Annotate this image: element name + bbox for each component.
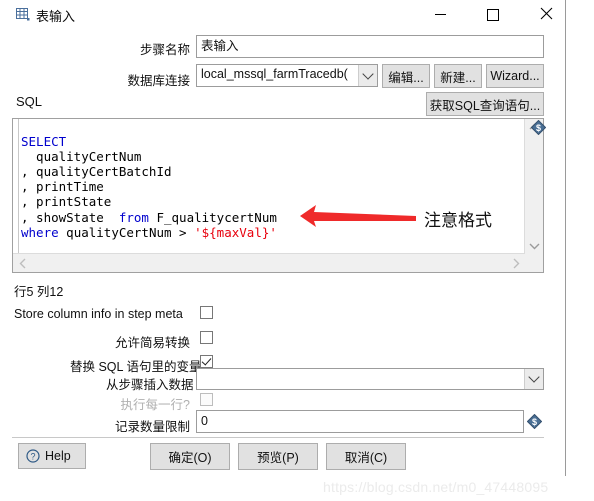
sql-editor-text-area[interactable]: SELECT qualityCertNum , qualityCertBatch… [13,119,525,254]
annotation-arrow-icon [300,196,418,230]
store-column-info-checkbox[interactable] [200,306,213,319]
scrollbar-corner [525,254,543,272]
table-input-icon [16,8,30,21]
minimize-button[interactable] [420,0,460,29]
caret-position-status: 行5 列12 [14,285,64,299]
maximize-button[interactable] [473,0,513,29]
minimize-icon [434,14,446,15]
sql-editor-vertical-scrollbar[interactable] [524,119,543,254]
editor-margin [13,119,19,254]
lazy-conversion-label: 允许简易转换 [114,336,190,350]
step-name-input[interactable]: 表输入 [196,35,544,58]
replace-variables-checkbox[interactable] [200,355,213,368]
footer-divider [12,437,544,438]
replace-variables-label: 替换 SQL 语句里的变量 [70,360,202,374]
svg-text:$: $ [532,417,537,427]
lazy-conversion-checkbox[interactable] [200,331,213,344]
svg-text:?: ? [30,452,35,462]
scroll-left-icon[interactable] [16,258,28,269]
maximize-icon [487,8,499,21]
sql-section-label: SQL [16,94,43,109]
close-icon [540,7,553,23]
help-button[interactable]: ? Help [18,443,86,469]
edit-connection-button[interactable]: 编辑... [382,64,430,88]
close-button[interactable] [526,0,566,29]
insert-data-from-step-label: 从步骤插入数据 [106,378,194,392]
annotation-text: 注意格式 [424,211,492,230]
database-connection-combo[interactable]: local_mssql_farmTracedb( [196,64,378,87]
scroll-right-icon[interactable] [510,258,522,269]
insert-data-from-step-combo[interactable] [196,368,544,390]
limit-size-variable-marker-icon[interactable]: $ [526,413,543,430]
execute-each-row-checkbox [200,393,213,406]
scroll-down-icon[interactable] [525,243,543,250]
sql-variable-marker-icon[interactable]: $ [530,119,547,136]
table-input-dialog: 表输入 步骤名称 表输入 数据库连接 local_mssql_farmTrace… [0,0,566,476]
execute-each-row-label: 执行每一行? [120,398,190,412]
chevron-down-icon-2[interactable] [524,369,543,389]
sql-editor[interactable]: SELECT qualityCertNum , qualityCertBatch… [12,118,544,273]
wizard-button[interactable]: Wizard... [486,64,544,88]
title-bar: 表输入 [0,0,566,30]
store-column-info-label: Store column info in step meta [14,307,183,321]
limit-size-label: 记录数量限制 [114,420,190,434]
window-title: 表输入 [36,9,76,24]
cancel-button[interactable]: 取消(C) [326,443,406,470]
ok-button[interactable]: 确定(O) [150,443,230,470]
svg-text:$: $ [536,123,541,133]
limit-size-input[interactable]: 0 [196,410,524,433]
database-connection-value: local_mssql_farmTracedb( [201,67,348,81]
watermark: https://blog.csdn.net/m0_47448095 [323,479,549,495]
sql-editor-horizontal-scrollbar[interactable] [13,253,525,272]
new-connection-button[interactable]: 新建... [434,64,482,88]
preview-button[interactable]: 预览(P) [238,443,318,470]
sql-code-text[interactable]: SELECT qualityCertNum , qualityCertBatch… [21,134,277,240]
step-name-label: 步骤名称 [139,43,190,57]
chevron-down-icon[interactable] [358,65,377,86]
question-circle-icon: ? [26,449,40,463]
help-label: Help [45,449,71,463]
get-sql-query-button[interactable]: 获取SQL查询语句... [426,92,544,116]
database-connection-label: 数据库连接 [127,74,190,88]
